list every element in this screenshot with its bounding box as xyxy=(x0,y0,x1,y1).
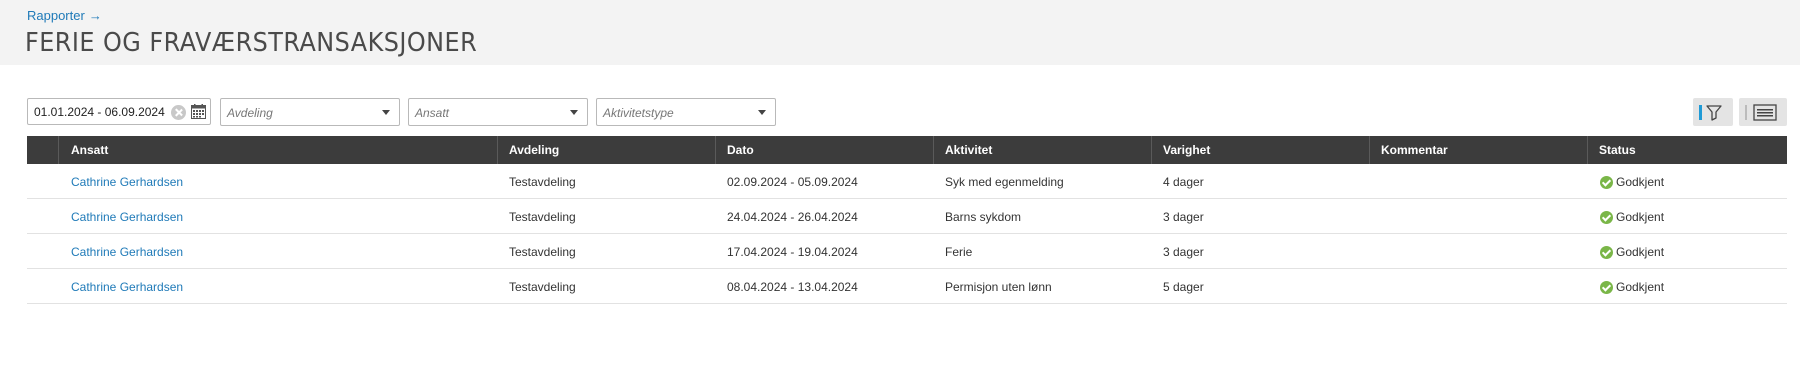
check-circle-icon xyxy=(1600,176,1613,189)
table-header: Ansatt Avdeling Dato Aktivitet Varighet … xyxy=(27,136,1787,164)
date-range-value[interactable]: 01.01.2024 - 06.09.2024 xyxy=(34,105,165,119)
status-cell: Godkjent xyxy=(1616,210,1665,224)
column-divider xyxy=(933,136,934,164)
column-header-date[interactable]: Dato xyxy=(727,143,754,157)
activity-cell: Permisjon uten lønn xyxy=(945,280,1052,294)
employee-select[interactable]: Ansatt xyxy=(408,98,588,126)
activity-cell: Syk med egenmelding xyxy=(945,175,1064,189)
table-row[interactable]: Cathrine Gerhardsen Testavdeling 02.09.2… xyxy=(27,164,1787,199)
activity-cell: Ferie xyxy=(945,245,973,259)
chevron-down-icon xyxy=(382,110,390,115)
clear-icon[interactable] xyxy=(171,105,186,120)
list-view-button[interactable] xyxy=(1739,98,1787,126)
date-cell: 08.04.2024 - 13.04.2024 xyxy=(727,280,858,294)
arrow-right-icon: → xyxy=(88,8,102,23)
department-placeholder: Avdeling xyxy=(227,106,273,120)
page-title: FERIE OG FRAVÆRSTRANSAKSJONER xyxy=(25,28,478,58)
employee-link[interactable]: Cathrine Gerhardsen xyxy=(71,175,183,189)
breadcrumb-link[interactable]: Rapporter xyxy=(27,8,85,23)
duration-cell: 3 dager xyxy=(1163,245,1204,259)
column-header-status[interactable]: Status xyxy=(1599,143,1636,157)
column-divider xyxy=(58,136,59,164)
filter-icon xyxy=(1699,105,1722,121)
department-cell: Testavdeling xyxy=(509,280,576,294)
calendar-icon[interactable] xyxy=(191,104,206,119)
column-header-activity[interactable]: Aktivitet xyxy=(945,143,992,157)
activity-type-select[interactable]: Aktivitetstype xyxy=(596,98,776,126)
status-cell: Godkjent xyxy=(1616,175,1665,189)
breadcrumb[interactable]: Rapporter → xyxy=(27,8,102,23)
column-header-duration[interactable]: Varighet xyxy=(1163,143,1210,157)
column-divider xyxy=(1369,136,1370,164)
department-cell: Testavdeling xyxy=(509,210,576,224)
employee-link[interactable]: Cathrine Gerhardsen xyxy=(71,245,183,259)
date-cell: 02.09.2024 - 05.09.2024 xyxy=(727,175,858,189)
page-header: Rapporter → FERIE OG FRAVÆRSTRANSAKSJONER xyxy=(0,0,1800,65)
date-cell: 24.04.2024 - 26.04.2024 xyxy=(727,210,858,224)
duration-cell: 3 dager xyxy=(1163,210,1204,224)
employee-link[interactable]: Cathrine Gerhardsen xyxy=(71,280,183,294)
chevron-down-icon xyxy=(570,110,578,115)
column-divider xyxy=(715,136,716,164)
list-view-icon xyxy=(1745,104,1777,121)
check-circle-icon xyxy=(1600,211,1613,224)
status-cell: Godkjent xyxy=(1616,280,1665,294)
duration-cell: 4 dager xyxy=(1163,175,1204,189)
activity-type-placeholder: Aktivitetstype xyxy=(603,106,674,120)
table-row[interactable]: Cathrine Gerhardsen Testavdeling 08.04.2… xyxy=(27,269,1787,304)
column-header-department[interactable]: Avdeling xyxy=(509,143,559,157)
employee-link[interactable]: Cathrine Gerhardsen xyxy=(71,210,183,224)
column-header-comment[interactable]: Kommentar xyxy=(1381,143,1448,157)
department-cell: Testavdeling xyxy=(509,175,576,189)
column-divider xyxy=(1151,136,1152,164)
date-cell: 17.04.2024 - 19.04.2024 xyxy=(727,245,858,259)
status-cell: Godkjent xyxy=(1616,245,1665,259)
column-header-employee[interactable]: Ansatt xyxy=(71,143,108,157)
activity-cell: Barns sykdom xyxy=(945,210,1022,224)
filter-toggle-button[interactable] xyxy=(1693,98,1733,126)
employee-placeholder: Ansatt xyxy=(415,106,450,120)
duration-cell: 5 dager xyxy=(1163,280,1204,294)
table-row[interactable]: Cathrine Gerhardsen Testavdeling 24.04.2… xyxy=(27,199,1787,234)
chevron-down-icon xyxy=(758,110,766,115)
column-divider xyxy=(1587,136,1588,164)
check-circle-icon xyxy=(1600,281,1613,294)
department-cell: Testavdeling xyxy=(509,245,576,259)
column-divider xyxy=(497,136,498,164)
transactions-table: Ansatt Avdeling Dato Aktivitet Varighet … xyxy=(27,136,1787,304)
date-range-field[interactable]: 01.01.2024 - 06.09.2024 xyxy=(27,98,211,125)
department-select[interactable]: Avdeling xyxy=(220,98,400,126)
table-row[interactable]: Cathrine Gerhardsen Testavdeling 17.04.2… xyxy=(27,234,1787,269)
check-circle-icon xyxy=(1600,246,1613,259)
